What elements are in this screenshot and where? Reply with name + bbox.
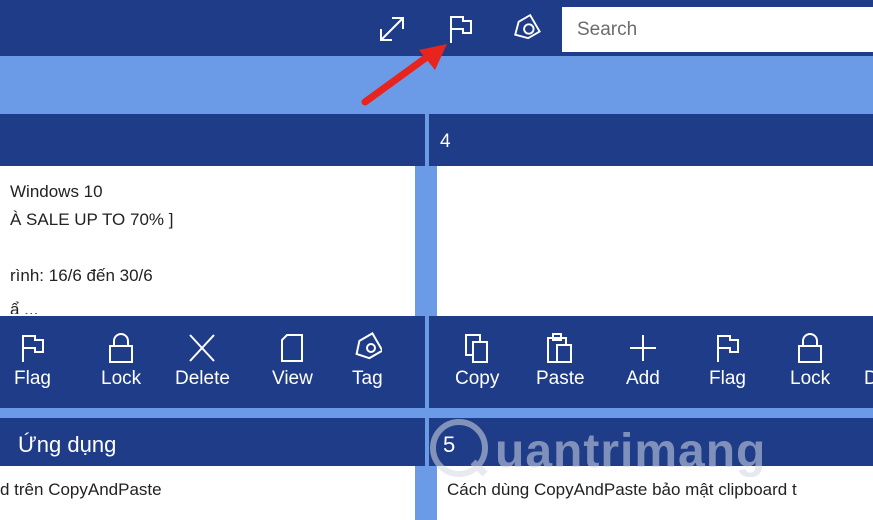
search-box[interactable] bbox=[562, 7, 873, 52]
view-button[interactable]: View bbox=[272, 332, 313, 390]
copy-button[interactable]: Copy bbox=[455, 332, 499, 390]
card-header-label: Ứng dụng bbox=[18, 432, 117, 457]
card-header[interactable] bbox=[0, 114, 425, 166]
tag-button[interactable]: Tag bbox=[352, 332, 383, 390]
content-line bbox=[10, 234, 173, 262]
paste-button[interactable]: Paste bbox=[536, 332, 585, 390]
tag-icon[interactable] bbox=[508, 12, 544, 46]
action-label: D bbox=[864, 368, 873, 389]
add-button[interactable]: Add bbox=[626, 332, 660, 390]
copy-icon bbox=[465, 334, 489, 363]
card-content[interactable]: d trên CopyAndPaste bbox=[0, 466, 415, 520]
paste-icon bbox=[547, 333, 573, 363]
expand-icon[interactable] bbox=[374, 12, 410, 46]
lock-icon bbox=[109, 333, 134, 363]
flag-button[interactable]: Flag bbox=[709, 332, 746, 390]
lock-button[interactable]: Lock bbox=[790, 332, 830, 390]
toolbar-strip bbox=[0, 56, 873, 114]
lock-button[interactable]: Lock bbox=[101, 332, 141, 390]
action-label: Add bbox=[626, 368, 660, 389]
card-header[interactable]: 4 bbox=[429, 114, 873, 166]
action-label: Flag bbox=[709, 368, 746, 389]
content-line: ẩ ... bbox=[10, 300, 39, 314]
flag-icon bbox=[22, 335, 45, 362]
delete-button[interactable]: Delete bbox=[175, 332, 230, 390]
card-content[interactable]: Cách dùng CopyAndPaste bảo mật clipboard… bbox=[437, 466, 873, 520]
add-icon bbox=[629, 335, 656, 361]
content-line: À SALE UP TO 70% ] bbox=[10, 210, 174, 229]
content-line: Windows 10 bbox=[10, 182, 103, 201]
card-header-label: 5 bbox=[443, 432, 456, 457]
action-label: Copy bbox=[455, 368, 500, 389]
search-input[interactable] bbox=[562, 7, 873, 52]
action-label: Flag bbox=[14, 368, 51, 389]
card-header-label: 4 bbox=[440, 131, 451, 152]
card-snippet: Cách dùng CopyAndPaste bảo mật clipboard… bbox=[447, 480, 797, 499]
action-label: Tag bbox=[352, 368, 383, 389]
top-bar bbox=[0, 0, 873, 56]
action-label: Lock bbox=[790, 368, 831, 389]
action-label: Lock bbox=[101, 368, 142, 389]
action-label: Delete bbox=[175, 368, 230, 389]
tag-icon bbox=[355, 332, 383, 360]
card-snippet: d trên CopyAndPaste bbox=[0, 480, 162, 499]
view-icon bbox=[281, 334, 304, 362]
flag-button[interactable]: Flag bbox=[14, 332, 51, 390]
delete-icon bbox=[189, 334, 216, 362]
flag-icon bbox=[717, 335, 740, 362]
card-action-bar: Copy Paste Add Flag Lock D bbox=[429, 316, 873, 408]
card-content[interactable]: Windows 10 À SALE UP TO 70% ] rình: 16/6… bbox=[0, 166, 415, 316]
action-label: View bbox=[272, 368, 313, 389]
more-button[interactable]: D bbox=[864, 368, 873, 390]
action-label: Paste bbox=[536, 368, 585, 389]
left-card-column: Windows 10 À SALE UP TO 70% ] rình: 16/6… bbox=[0, 114, 425, 520]
card-action-bar: Flag Lock Delete View Tag bbox=[0, 316, 425, 408]
lock-icon bbox=[798, 333, 823, 363]
flag-icon[interactable] bbox=[442, 12, 478, 46]
card-header[interactable]: 5 bbox=[429, 418, 873, 466]
card-content[interactable] bbox=[437, 166, 873, 316]
content-line: rình: 16/6 đến 30/6 bbox=[10, 266, 153, 285]
card-header[interactable]: Ứng dụng bbox=[0, 418, 425, 466]
right-card-column: 4 Copy Paste Add Flag Lock D 5 Cách dùng… bbox=[429, 114, 873, 520]
